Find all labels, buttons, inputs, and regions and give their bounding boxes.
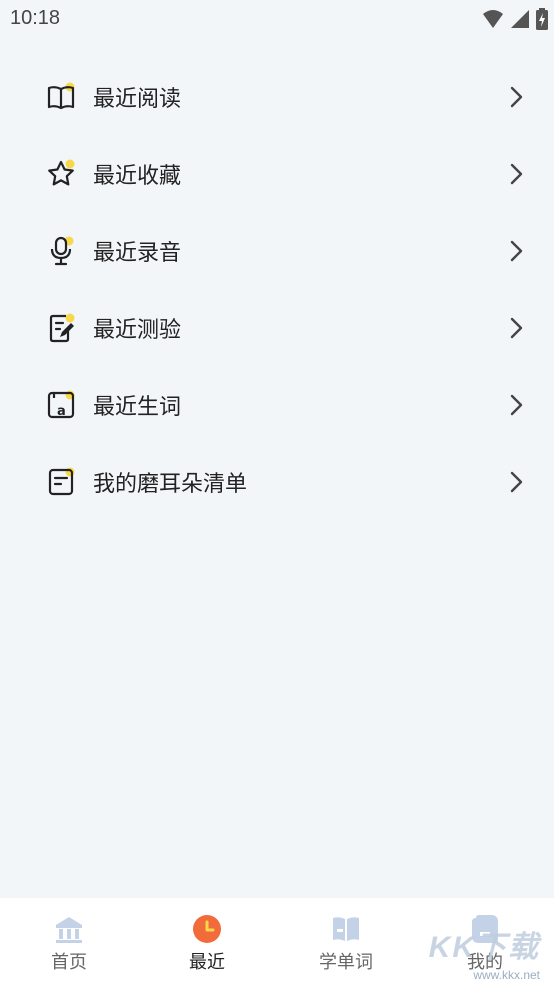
menu-item-label: 我的磨耳朵清单 [93, 471, 248, 497]
menu-item-label: 最近生词 [93, 394, 182, 420]
status-icons [482, 8, 548, 30]
menu-item-recent-reading[interactable]: 最近阅读 [0, 58, 554, 135]
microphone-icon [50, 236, 74, 265]
tab-label: 学单词 [319, 952, 373, 973]
chevron-right-icon [510, 471, 523, 492]
watermark-url: www.kkx.net [473, 968, 540, 982]
wifi-icon [483, 10, 503, 28]
chevron-right-icon [510, 163, 523, 184]
clock-icon [193, 915, 221, 943]
menu-item-label: 最近录音 [93, 240, 182, 266]
book-icon [47, 82, 75, 109]
menu-item-recent-new-words[interactable]: a 最近生词 [0, 366, 554, 443]
menu-item-recent-favorites[interactable]: 最近收藏 [0, 135, 554, 212]
vocabulary-icon: a [47, 390, 75, 419]
star-icon [48, 159, 75, 185]
menu-item-label: 最近收藏 [93, 163, 182, 189]
watermark: KK下载 www.kkx.net [420, 922, 540, 982]
menu-item-label: 最近测验 [93, 317, 182, 343]
tab-home[interactable]: 首页 [0, 898, 138, 984]
battery-icon [536, 8, 548, 30]
tab-label: 最近 [189, 952, 225, 973]
recent-menu-list: 最近阅读 最近收藏 最近录音 最近测验 a 最近生词 我的磨耳朵清单 [0, 58, 554, 520]
chevron-right-icon [510, 86, 523, 107]
svg-text:a: a [57, 404, 66, 419]
tab-learn-words[interactable]: 学单词 [277, 898, 415, 984]
home-icon [56, 917, 82, 943]
status-time: 10:18 [10, 7, 61, 29]
signal-icon [511, 10, 529, 28]
menu-item-recent-recordings[interactable]: 最近录音 [0, 212, 554, 289]
watermark-text: KK下载 [428, 931, 540, 964]
tab-label: 首页 [51, 952, 87, 973]
status-bar: 10:18 [0, 0, 554, 40]
chevron-right-icon [510, 317, 523, 338]
chevron-right-icon [510, 394, 523, 415]
playlist-icon [48, 467, 75, 495]
word-book-icon [333, 917, 359, 941]
menu-item-my-listening-list[interactable]: 我的磨耳朵清单 [0, 443, 554, 520]
quiz-edit-icon [49, 313, 75, 342]
menu-item-recent-quizzes[interactable]: 最近测验 [0, 289, 554, 366]
tab-recent[interactable]: 最近 [138, 898, 276, 984]
menu-item-label: 最近阅读 [93, 86, 182, 112]
chevron-right-icon [510, 240, 523, 261]
